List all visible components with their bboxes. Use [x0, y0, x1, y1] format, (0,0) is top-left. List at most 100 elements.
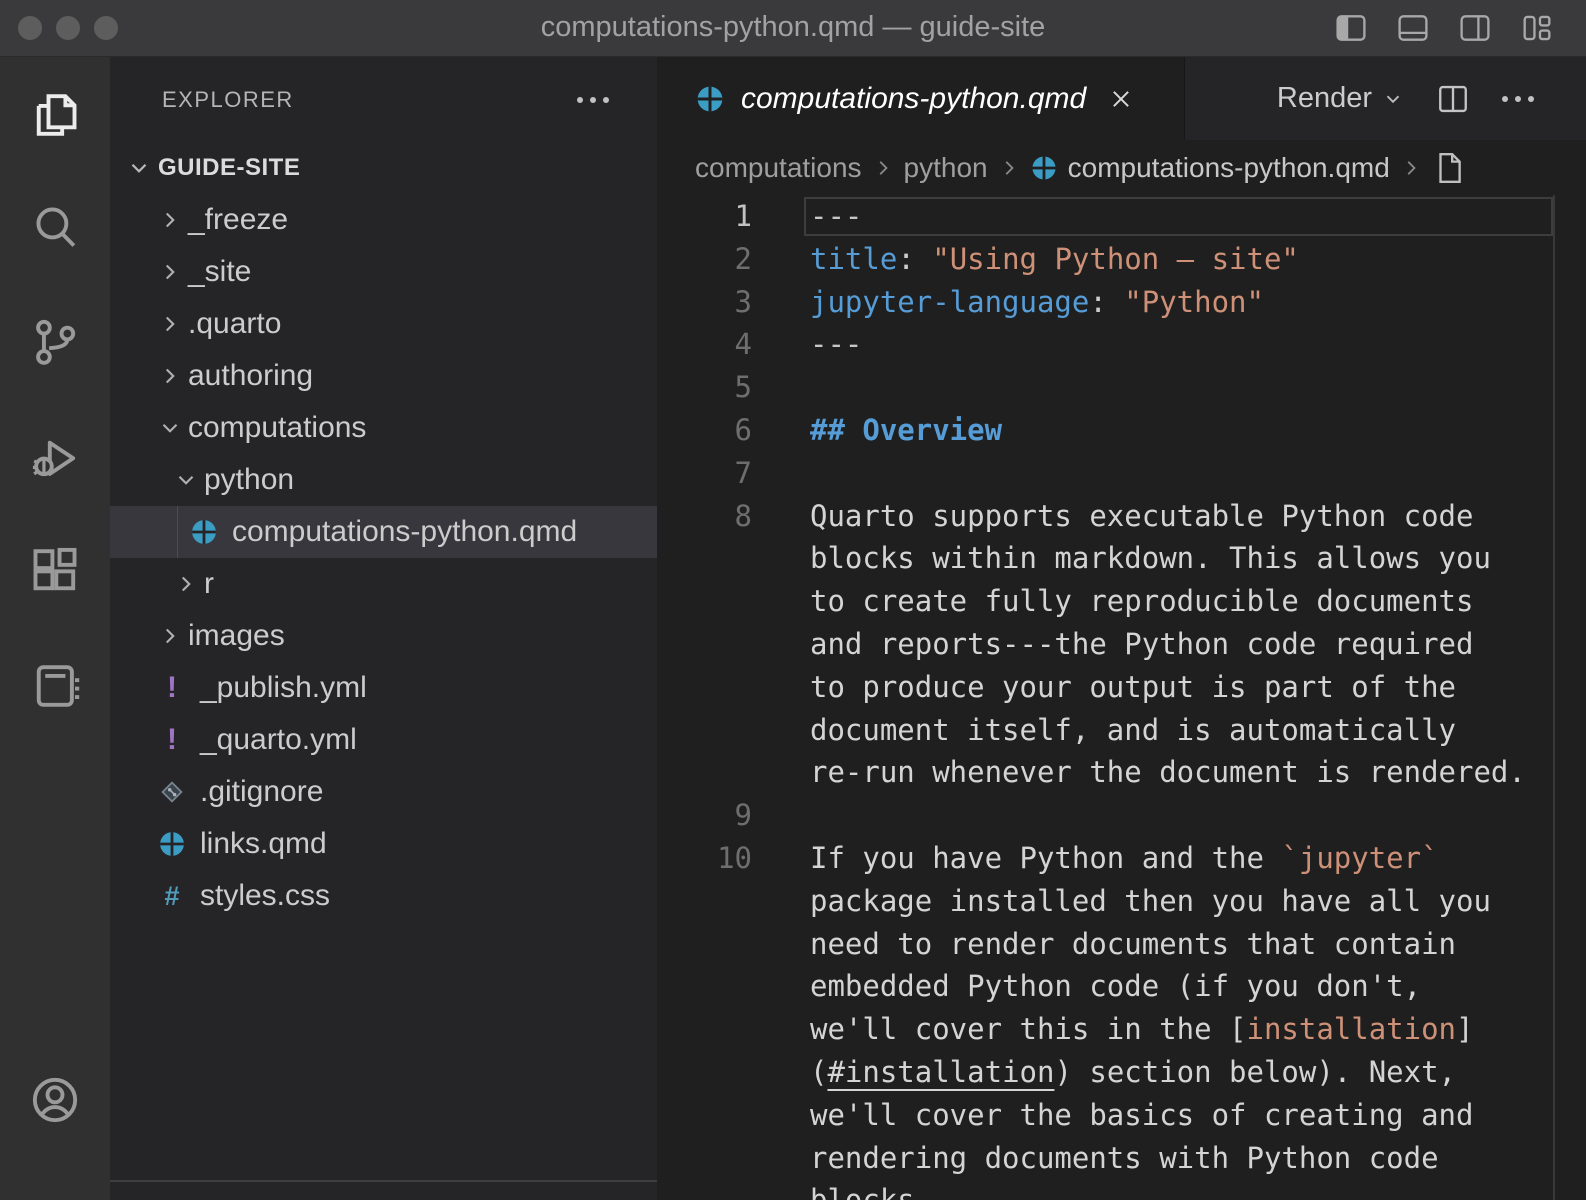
code-line[interactable]: 6## Overview [657, 409, 1586, 452]
line-number: 7 [657, 452, 752, 495]
render-button[interactable]: Render [1277, 82, 1404, 115]
activity-item-run-and-debug[interactable] [29, 431, 81, 483]
tree-item-computations-python-qmd[interactable]: computations-python.qmd [110, 506, 657, 558]
tree-item-r[interactable]: r [110, 558, 657, 610]
activity-item-notebook[interactable] [29, 660, 81, 712]
tab-computations-python-qmd[interactable]: computations-python.qmd [657, 57, 1185, 140]
code-text: embedded Python code (if you don't, [810, 965, 1421, 1008]
tree-item-styles-css[interactable]: #styles.css [110, 870, 657, 922]
code-line[interactable]: (#installation) section below). Next, [657, 1051, 1586, 1094]
code-line[interactable]: 4--- [657, 323, 1586, 366]
code-line[interactable]: 10If you have Python and the `jupyter` [657, 837, 1586, 880]
tree-item-authoring[interactable]: authoring [110, 350, 657, 402]
notebook-icon [29, 660, 81, 712]
code-text: we'll cover this in the [installation] [810, 1008, 1473, 1051]
code-text: --- [810, 195, 862, 238]
code-line[interactable]: package installed then you have all you [657, 880, 1586, 923]
breadcrumb: computations python computations-python.… [657, 140, 1586, 195]
tree-item-label: computations [188, 411, 366, 445]
code-line[interactable]: blocks. [657, 1179, 1586, 1200]
chevron-right-icon[interactable] [157, 207, 183, 233]
outline-section-divider [110, 1180, 657, 1182]
code-text: blocks. [810, 1179, 932, 1200]
line-number: 2 [657, 238, 752, 281]
line-number: 9 [657, 794, 752, 837]
toggle-primary-sidebar-button[interactable] [1334, 11, 1368, 45]
chevron-right-icon[interactable] [157, 623, 183, 649]
file-symbol-icon[interactable] [1432, 151, 1466, 185]
tree-item-publish-yml[interactable]: !_publish.yml [110, 662, 657, 714]
chevron-right-icon[interactable] [157, 311, 183, 337]
code-line[interactable]: blocks within markdown. This allows you [657, 537, 1586, 580]
code-text: need to render documents that contain [810, 923, 1456, 966]
git-file-icon [157, 777, 187, 807]
customize-layout-button[interactable] [1520, 11, 1554, 45]
tree-item-images[interactable]: images [110, 610, 657, 662]
outline-section-header[interactable]: OUTLINE [110, 1184, 657, 1200]
activity-item-source-control[interactable] [29, 316, 81, 368]
activity-item-explorer[interactable] [29, 89, 81, 141]
activity-item-extensions[interactable] [29, 546, 81, 598]
tree-item-quarto-yml[interactable]: !_quarto.yml [110, 714, 657, 766]
tree-item-freeze[interactable]: _freeze [110, 194, 657, 246]
split-editor-button[interactable] [1436, 82, 1470, 116]
code-line[interactable]: 3jupyter-language: "Python" [657, 281, 1586, 324]
code-line[interactable]: 5 [657, 366, 1586, 409]
code-line[interactable]: 7 [657, 452, 1586, 495]
code-line[interactable]: and reports---the Python code required [657, 623, 1586, 666]
code-line[interactable]: document itself, and is automatically [657, 709, 1586, 752]
more-actions-button[interactable] [1502, 96, 1534, 102]
toggle-panel-button[interactable] [1396, 11, 1430, 45]
toggle-secondary-sidebar-button[interactable] [1458, 11, 1492, 45]
tree-item-computations[interactable]: computations [110, 402, 657, 454]
code-text: package installed then you have all you [810, 880, 1491, 923]
code-text: jupyter-language: "Python" [810, 281, 1264, 324]
code-line[interactable]: to create fully reproducible documents [657, 580, 1586, 623]
close-tab-icon[interactable] [1108, 86, 1134, 112]
tree-item-links-qmd[interactable]: links.qmd [110, 818, 657, 870]
split-editor-icon [1436, 82, 1470, 116]
search-icon [29, 202, 81, 254]
code-line[interactable]: we'll cover the basics of creating and [657, 1094, 1586, 1137]
chevron-right-icon[interactable] [157, 259, 183, 285]
tree-item-python[interactable]: python [110, 454, 657, 506]
chevron-down-icon[interactable] [157, 415, 183, 441]
tree-item-label: links.qmd [200, 827, 327, 861]
file-tree: _freeze _site.quarto authoring computations… [110, 194, 657, 922]
tree-item-site[interactable]: _site [110, 246, 657, 298]
code-line[interactable]: rendering documents with Python code [657, 1137, 1586, 1180]
code-line[interactable]: embedded Python code (if you don't, [657, 965, 1586, 1008]
breadcrumb-item-file[interactable]: computations-python.qmd [1068, 152, 1390, 184]
code-text: and reports---the Python code required [810, 623, 1473, 666]
code-text: If you have Python and the `jupyter` [810, 837, 1439, 880]
chevron-right-icon[interactable] [173, 571, 199, 597]
files-icon [29, 89, 81, 141]
code-line[interactable]: to produce your output is part of the [657, 666, 1586, 709]
tree-item-label: authoring [188, 359, 313, 393]
code-line[interactable]: we'll cover this in the [installation] [657, 1008, 1586, 1051]
layout-panel-icon [1396, 11, 1430, 45]
chevron-right-icon[interactable] [157, 363, 183, 389]
chevron-down-icon[interactable] [173, 467, 199, 493]
activity-item-search[interactable] [29, 202, 81, 254]
breadcrumb-item-python[interactable]: python [904, 152, 988, 184]
code-line[interactable]: re-run whenever the document is rendered… [657, 751, 1586, 794]
code-editor[interactable]: 1---2 title: "Using Python — site"3jupyte… [657, 195, 1586, 1200]
code-line[interactable]: 2 title: "Using Python — site" [657, 238, 1586, 281]
code-line[interactable]: 8Quarto supports executable Python code [657, 495, 1586, 538]
code-text: document itself, and is automatically [810, 709, 1456, 752]
code-text: title: "Using Python — site" [810, 238, 1299, 281]
code-line[interactable]: need to render documents that contain [657, 923, 1586, 966]
breadcrumb-item-computations[interactable]: computations [695, 152, 862, 184]
tree-root-guide-site[interactable]: GUIDE-SITE [110, 142, 657, 194]
tree-item-label: _freeze [188, 203, 288, 237]
extensions-icon [29, 546, 81, 598]
quarto-globe-icon [695, 84, 725, 114]
code-line[interactable]: 9 [657, 794, 1586, 837]
source-control-icon [29, 316, 81, 368]
account-button[interactable] [29, 1074, 81, 1126]
code-line[interactable]: 1--- [657, 195, 1586, 238]
explorer-more-actions-button[interactable] [577, 97, 609, 103]
tree-item-gitignore[interactable]: .gitignore [110, 766, 657, 818]
tree-item-quarto[interactable]: .quarto [110, 298, 657, 350]
